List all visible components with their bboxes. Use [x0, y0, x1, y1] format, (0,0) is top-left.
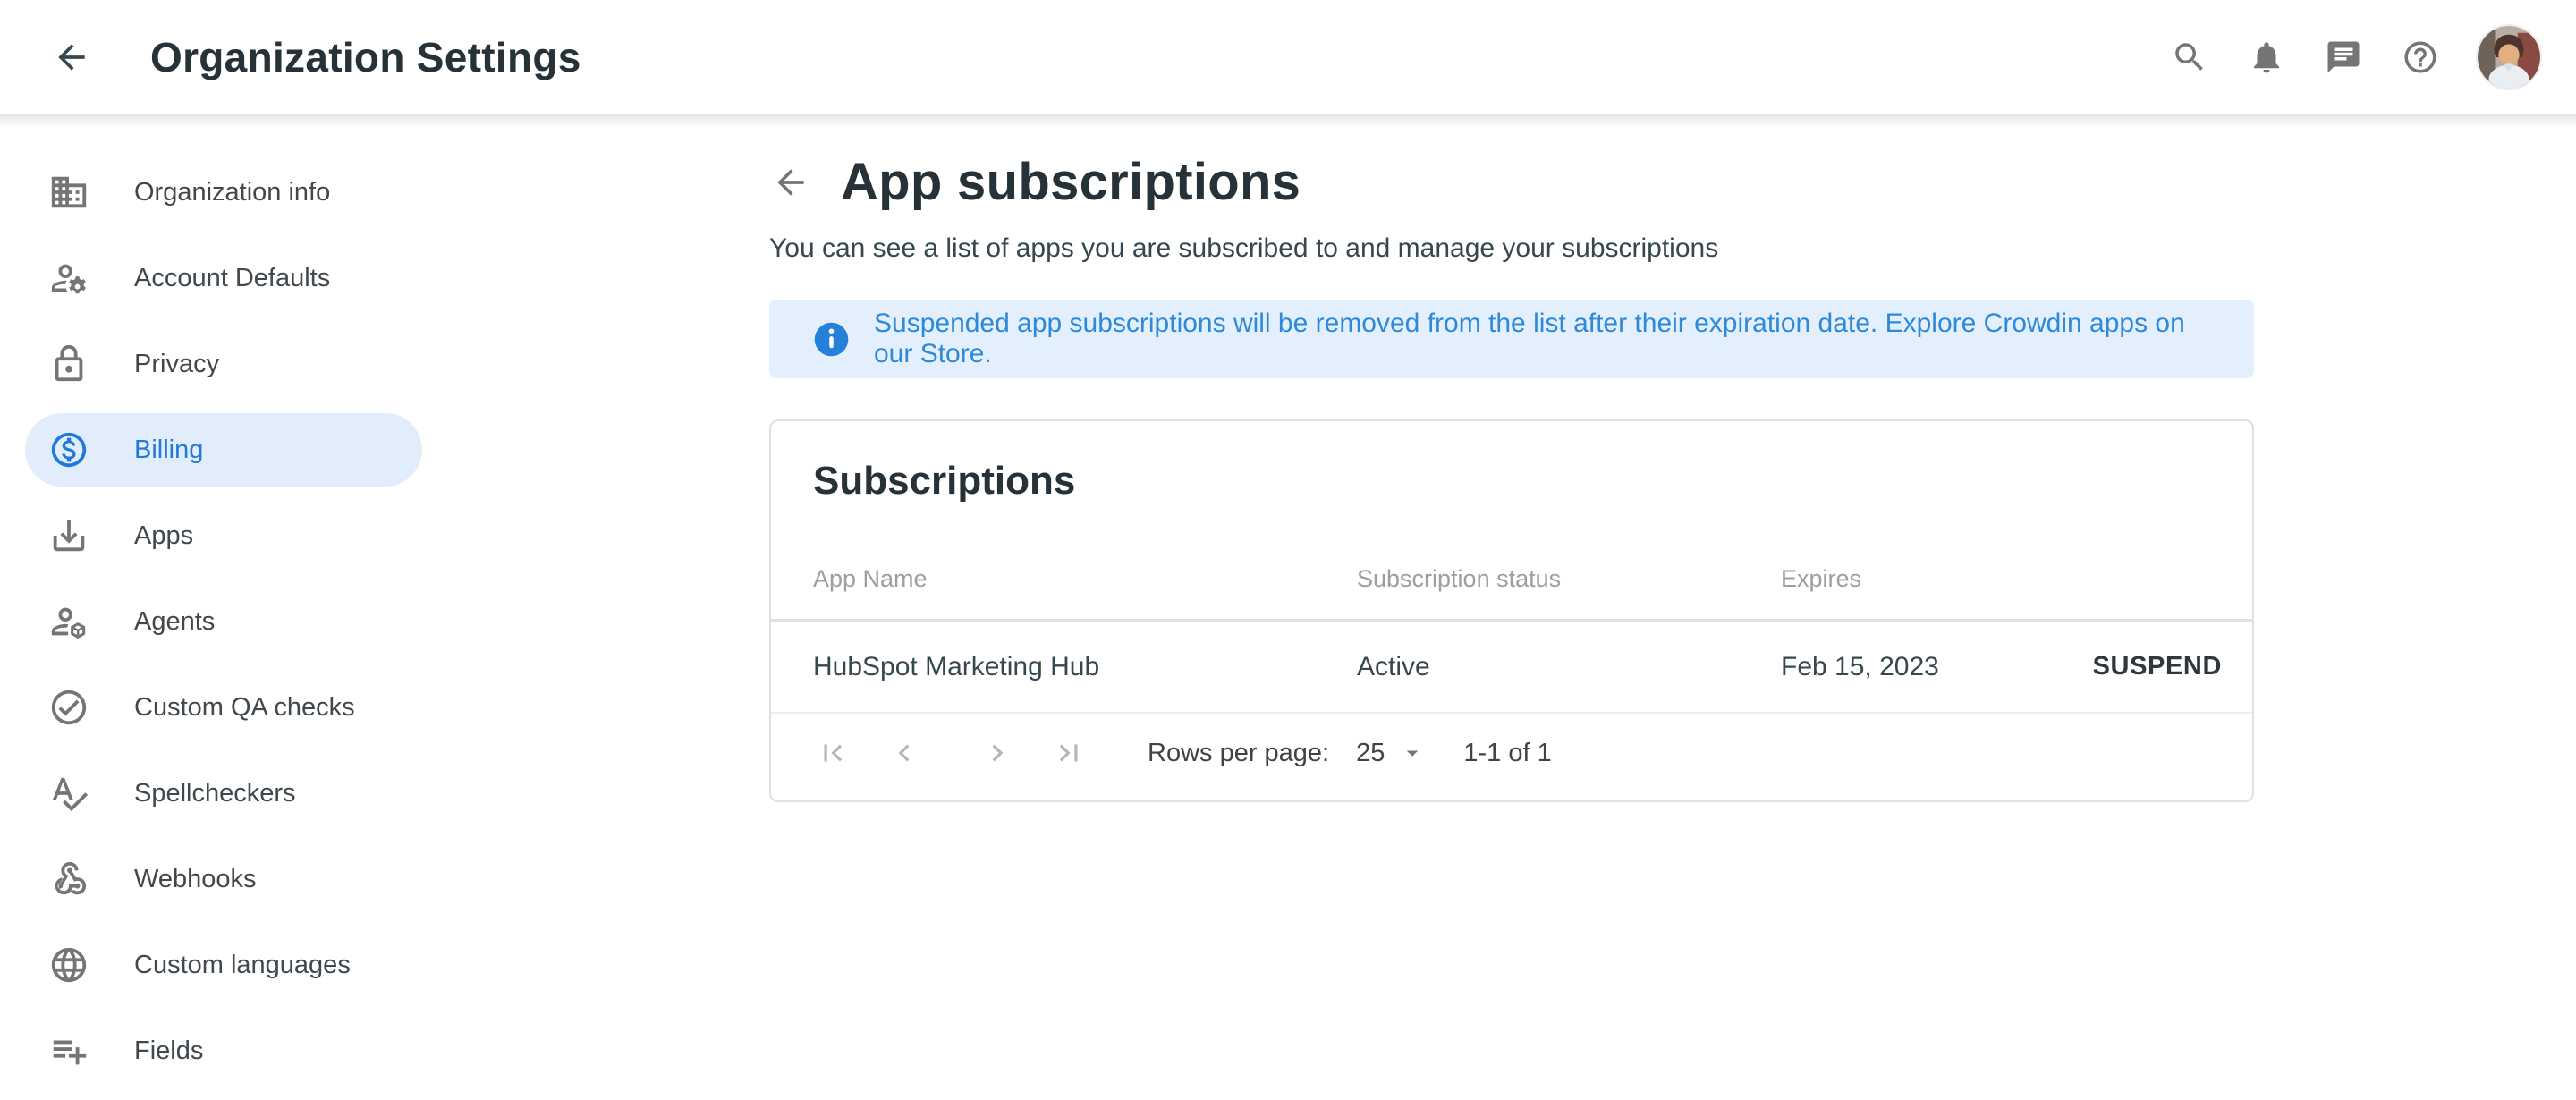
- info-icon: [811, 319, 852, 360]
- dollar-circle-icon: [48, 429, 89, 470]
- main-content: App subscriptions You can see a list of …: [769, 114, 2254, 802]
- cell-app-name: HubSpot Marketing Hub: [813, 652, 1357, 682]
- card-title: Subscriptions: [813, 459, 2252, 503]
- check-circle-icon: [48, 687, 89, 728]
- app-bar: Organization Settings: [0, 0, 2576, 114]
- sidebar-item-label: Spellcheckers: [134, 779, 296, 808]
- sidebar-item-privacy[interactable]: Privacy: [25, 327, 422, 401]
- page-subtitle: You can see a list of apps you are subsc…: [769, 233, 2254, 264]
- info-banner: Suspended app subscriptions will be remo…: [769, 300, 2254, 378]
- lock-icon: [48, 343, 89, 385]
- sidebar-item-label: Webhooks: [134, 865, 257, 894]
- person-cube-icon: [48, 601, 89, 642]
- settings-sidebar: Organization info Account Defaults Priva…: [0, 114, 438, 1100]
- list-add-icon: [48, 1030, 89, 1071]
- table-row: HubSpot Marketing Hub Active Feb 15, 202…: [771, 622, 2252, 714]
- rows-per-page-value: 25: [1356, 739, 1385, 768]
- sidebar-item-custom-languages[interactable]: Custom languages: [25, 928, 422, 1002]
- search-icon[interactable]: [2168, 36, 2211, 79]
- chevron-down-icon: [1399, 740, 1426, 766]
- sidebar-item-label: Fields: [134, 1037, 203, 1066]
- sidebar-item-label: Custom languages: [134, 951, 351, 980]
- sidebar-item-custom-qa-checks[interactable]: Custom QA checks: [25, 671, 422, 744]
- sidebar-item-label: Custom QA checks: [134, 693, 355, 723]
- banner-text[interactable]: Suspended app subscriptions will be remo…: [874, 309, 2227, 369]
- column-header-expires: Expires: [1781, 565, 2222, 593]
- person-gear-icon: [48, 258, 89, 299]
- sidebar-item-label: Privacy: [134, 350, 219, 379]
- chat-icon[interactable]: [2322, 36, 2365, 79]
- column-header-subscription-status: Subscription status: [1357, 565, 1781, 593]
- pagination-range: 1-1 of 1: [1463, 739, 1551, 768]
- webhook-icon: [48, 859, 89, 900]
- next-page-icon[interactable]: [978, 733, 1017, 773]
- column-header-app-name: App Name: [813, 565, 1357, 593]
- sidebar-item-fields[interactable]: Fields: [25, 1014, 422, 1087]
- rows-per-page-label: Rows per page:: [1148, 739, 1329, 768]
- spellcheck-icon: [48, 773, 89, 814]
- globe-icon: [48, 944, 89, 986]
- cell-subscription-status: Active: [1357, 652, 1781, 682]
- page-title: App subscriptions: [841, 152, 1301, 212]
- sidebar-item-webhooks[interactable]: Webhooks: [25, 842, 422, 916]
- avatar[interactable]: [2476, 24, 2542, 90]
- app-bar-title: Organization Settings: [150, 33, 581, 81]
- sidebar-item-label: Billing: [134, 436, 203, 465]
- sidebar-item-spellcheckers[interactable]: Spellcheckers: [25, 757, 422, 830]
- sidebar-item-label: Agents: [134, 607, 215, 637]
- table-header: App Name Subscription status Expires: [771, 539, 2252, 622]
- back-arrow-icon[interactable]: [50, 36, 93, 79]
- sidebar-item-account-defaults[interactable]: Account Defaults: [25, 241, 422, 315]
- download-icon: [48, 515, 89, 556]
- sidebar-item-label: Account Defaults: [134, 264, 330, 293]
- sidebar-item-billing[interactable]: Billing: [25, 413, 422, 487]
- sidebar-item-label: Organization info: [134, 178, 330, 207]
- previous-page-icon[interactable]: [885, 733, 924, 773]
- sidebar-item-apps[interactable]: Apps: [25, 499, 422, 572]
- sidebar-item-agents[interactable]: Agents: [25, 585, 422, 658]
- rows-per-page-select[interactable]: 25: [1356, 739, 1426, 768]
- subscriptions-card: Subscriptions App Name Subscription stat…: [769, 419, 2254, 802]
- suspend-button[interactable]: SUSPEND: [2093, 652, 2222, 681]
- last-page-icon[interactable]: [1049, 733, 1089, 773]
- page-back-icon[interactable]: [769, 161, 812, 204]
- notifications-icon[interactable]: [2245, 36, 2288, 79]
- cell-expires: Feb 15, 2023: [1781, 652, 1939, 682]
- first-page-icon[interactable]: [813, 733, 852, 773]
- sidebar-item-label: Apps: [134, 521, 193, 551]
- sidebar-item-organization-info[interactable]: Organization info: [25, 156, 422, 229]
- pagination: Rows per page: 25 1-1 of 1: [771, 714, 2252, 792]
- help-icon[interactable]: [2399, 36, 2442, 79]
- building-icon: [48, 172, 89, 213]
